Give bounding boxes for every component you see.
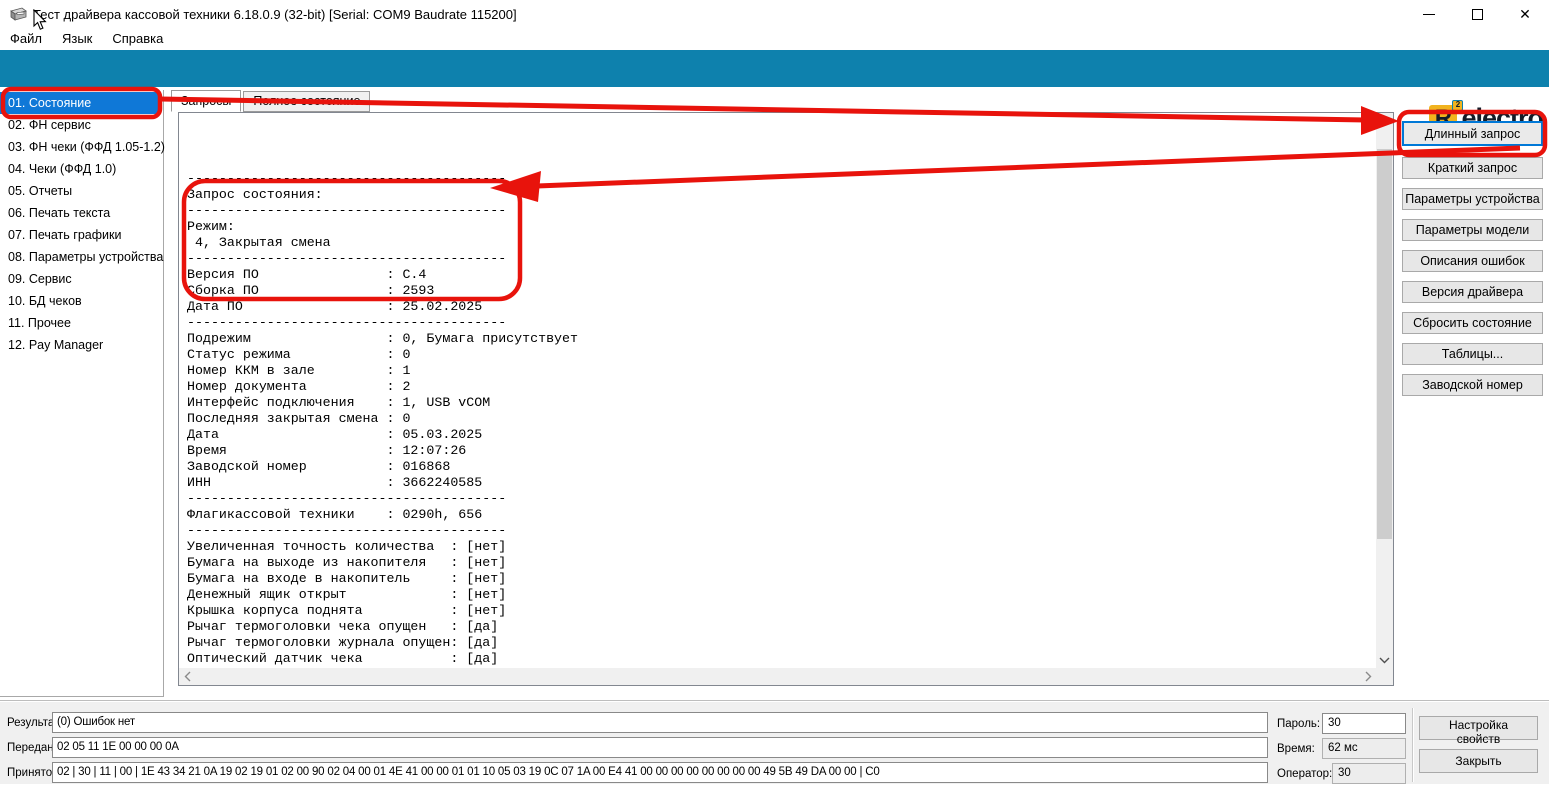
sidebar-item[interactable]: 06. Печать текста — [0, 202, 163, 224]
status-row-field[interactable]: (0) Ошибок нет — [52, 712, 1268, 733]
command-button[interactable]: Таблицы... — [1402, 343, 1543, 365]
menu-bar: ФайлЯзыкСправка — [0, 28, 1549, 50]
title-bar: Тест драйвера кассовой техники 6.18.0.9 … — [0, 0, 1549, 28]
window-title: Тест драйвера кассовой техники 6.18.0.9 … — [33, 7, 517, 22]
scroll-left-icon[interactable] — [179, 668, 196, 685]
sidebar-item[interactable]: 10. БД чеков — [0, 290, 163, 312]
menu-item[interactable]: Файл — [0, 28, 52, 50]
vertical-scroll-thumb[interactable] — [1377, 149, 1392, 539]
command-button[interactable]: Краткий запрос — [1402, 157, 1543, 179]
operator-field: 30 — [1332, 763, 1406, 784]
scrollbar-corner — [1376, 668, 1393, 685]
password-field[interactable]: 30 — [1322, 713, 1406, 734]
status-row: Результат: (0) Ошибок нет — [0, 712, 1268, 733]
console-output-area: ----------------------------------------… — [178, 112, 1394, 686]
vertical-scrollbar[interactable] — [1376, 113, 1393, 668]
status-bar: Результат: (0) Ошибок нет Передано: 02 0… — [0, 702, 1549, 784]
logo-sup-2: 2 — [1452, 100, 1463, 111]
sidebar-item[interactable]: 09. Сервис — [0, 268, 163, 290]
sidebar-item[interactable]: 02. ФН сервис — [0, 114, 163, 136]
command-button[interactable]: Описания ошибок — [1402, 250, 1543, 272]
close-button[interactable]: ✕ — [1508, 0, 1542, 28]
tab[interactable]: Полное состояние — [243, 91, 370, 112]
sidebar-item[interactable]: 07. Печать графики — [0, 224, 163, 246]
sidebar-item[interactable]: 03. ФН чеки (ФФД 1.05-1.2) — [0, 136, 163, 158]
sidebar: 01. Состояние02. ФН сервис03. ФН чеки (Ф… — [0, 90, 164, 697]
command-button[interactable]: Сбросить состояние — [1402, 312, 1543, 334]
status-row-label: Передано: — [0, 742, 52, 754]
printer-icon — [8, 5, 28, 23]
status-row-field[interactable]: 02 | 30 | 11 | 00 | 1E 43 34 21 0A 19 02… — [52, 762, 1268, 783]
time-field: 62 мс — [1322, 738, 1406, 759]
status-row: Принято: 02 | 30 | 11 | 00 | 1E 43 34 21… — [0, 762, 1268, 783]
scroll-up-icon[interactable] — [1376, 113, 1393, 130]
status-row-label: Принято: — [0, 767, 52, 779]
maximize-button[interactable] — [1460, 0, 1494, 28]
sidebar-item[interactable]: 12. Pay Manager — [0, 334, 163, 356]
sidebar-item[interactable]: 04. Чеки (ФФД 1.0) — [0, 158, 163, 180]
tab-strip: ЗапросыПолное состояние — [171, 92, 372, 112]
sidebar-item[interactable]: 11. Прочее — [0, 312, 163, 334]
maximize-icon — [1472, 9, 1483, 20]
minimize-icon — [1423, 14, 1435, 15]
command-button[interactable]: Параметры устройства — [1402, 188, 1543, 210]
command-button[interactable]: Длинный запрос — [1402, 121, 1543, 146]
panel-separator — [1412, 708, 1414, 782]
command-button[interactable]: Заводской номер — [1402, 374, 1543, 396]
status-row: Передано: 02 05 11 1E 00 00 00 0A — [0, 737, 1268, 758]
status-rows: Результат: (0) Ошибок нет Передано: 02 0… — [0, 712, 1268, 787]
menu-item[interactable]: Справка — [102, 28, 173, 50]
console-text[interactable]: ----------------------------------------… — [187, 113, 1375, 667]
brand-band: R 2 electro — [0, 50, 1549, 87]
close-icon: ✕ — [1519, 7, 1531, 21]
command-button[interactable]: Параметры модели — [1402, 219, 1543, 241]
sidebar-item[interactable]: 01. Состояние — [0, 92, 160, 114]
status-row-label: Результат: — [0, 717, 52, 729]
close-app-button[interactable]: Закрыть — [1419, 749, 1538, 773]
horizontal-scrollbar[interactable] — [179, 668, 1376, 685]
command-panel: Длинный запрос Краткий запрос Параметры ус… — [1402, 121, 1543, 405]
minimize-button[interactable] — [1412, 0, 1446, 28]
command-button[interactable]: Версия драйвера — [1402, 281, 1543, 303]
time-label: Время: — [1277, 743, 1315, 755]
operator-label: Оператор: — [1277, 768, 1332, 780]
menu-item[interactable]: Язык — [52, 28, 102, 50]
tab[interactable]: Запросы — [171, 90, 241, 112]
password-label: Пароль: — [1277, 718, 1320, 730]
sidebar-item[interactable]: 08. Параметры устройства — [0, 246, 163, 268]
status-row-field[interactable]: 02 05 11 1E 00 00 00 0A — [52, 737, 1268, 758]
scroll-right-icon[interactable] — [1359, 668, 1376, 685]
properties-button[interactable]: Настройка свойств — [1419, 716, 1538, 740]
sidebar-item[interactable]: 05. Отчеты — [0, 180, 163, 202]
scroll-down-icon[interactable] — [1376, 651, 1393, 668]
